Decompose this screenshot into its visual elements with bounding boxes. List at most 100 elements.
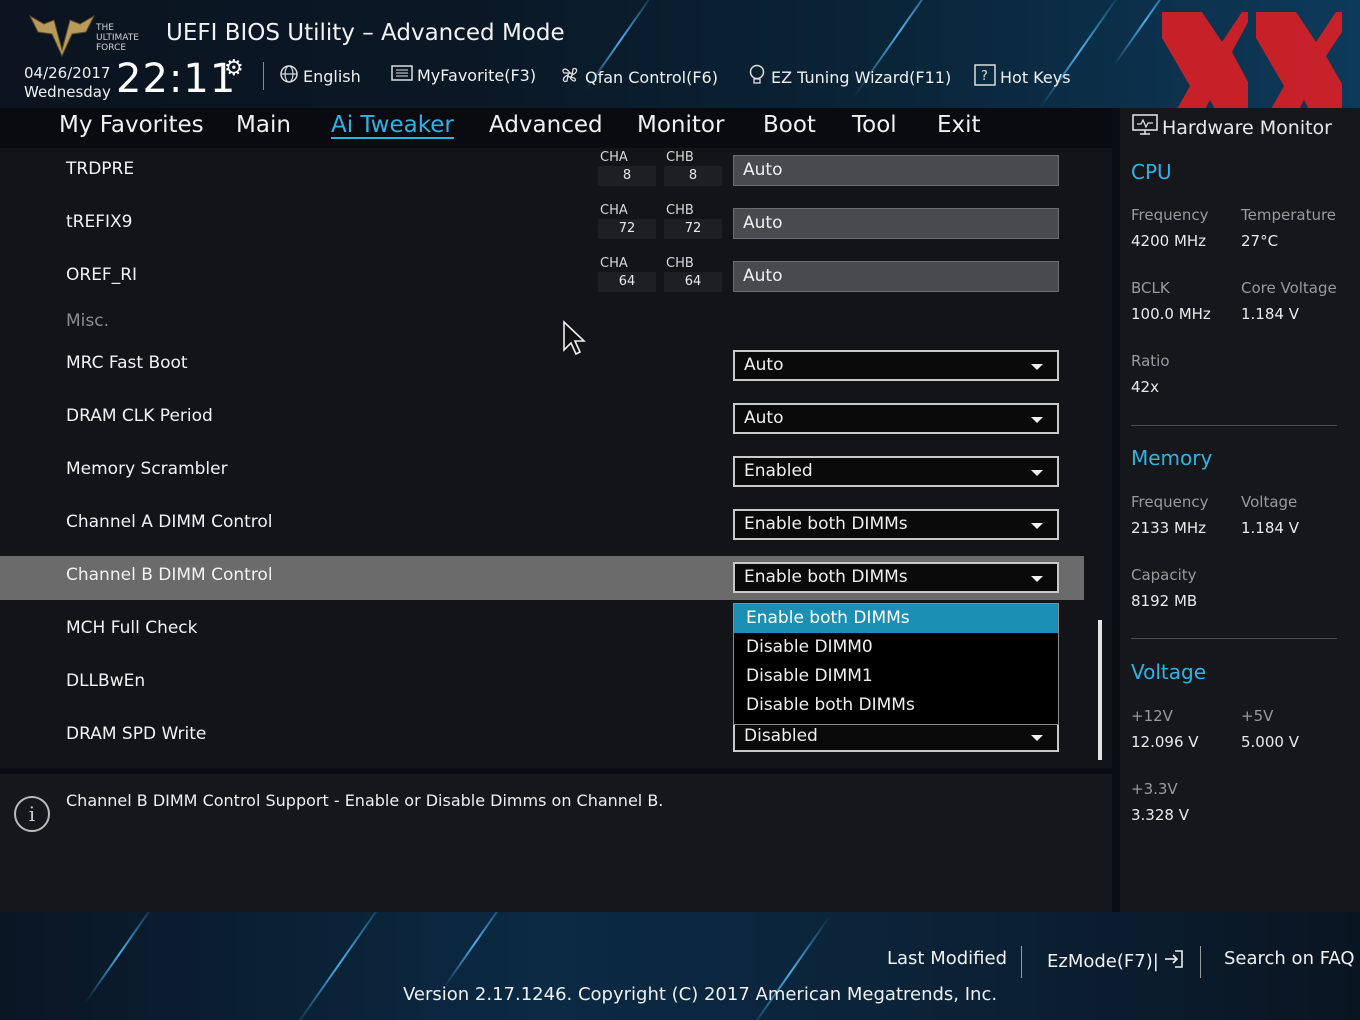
info-icon: i [14,796,50,832]
tab-my-favorites[interactable]: My Favorites [59,112,204,138]
version-text: Version 2.17.1246. Copyright (C) 2017 Am… [403,984,998,1005]
header-divider [263,62,264,90]
cpu-frequency-label: Frequency [1131,206,1209,224]
tab-ai-tweaker[interactable]: Ai Tweaker [331,112,454,138]
qfan-button[interactable]: Qfan Control(F6) [559,64,718,91]
setting-label: MCH Full Check [66,618,198,638]
chevron-down-icon [1031,417,1043,423]
exit-arrow-icon [1163,948,1185,975]
hardware-monitor-title: Hardware Monitor [1132,114,1332,141]
svg-text:?: ? [981,69,988,84]
dropdown-option[interactable]: Disable DIMM1 [734,662,1058,691]
date-display: 04/26/2017 Wednesday [24,64,111,102]
window-title: UEFI BIOS Utility – Advanced Mode [166,20,565,46]
channel-a-dimm-select[interactable]: Enable both DIMMs [733,509,1059,540]
tab-boot[interactable]: Boot [763,112,816,138]
weekday: Wednesday [24,83,111,101]
cpu-temperature-label: Temperature [1241,206,1337,224]
tab-monitor[interactable]: Monitor [637,112,724,138]
tab-advanced[interactable]: Advanced [489,112,603,138]
memory-frequency-value: 2133 MHz [1131,519,1207,537]
setting-row-trdpre[interactable]: TRDPRE CHA 8 CHB 8 Auto [0,148,1084,192]
setting-label: OREF_RI [66,265,138,285]
bclk-label: BCLK [1131,279,1170,297]
clock: 22:11 [116,56,237,102]
cpu-temperature-value: 27°C [1241,232,1279,250]
setting-label: DLLBwEn [66,671,146,691]
mrc-fast-boot-select[interactable]: Auto [733,350,1059,381]
oref-ri-input[interactable]: Auto [733,261,1059,292]
svg-text:ULTIMATE: ULTIMATE [96,33,139,43]
search-faq-button[interactable]: Search on FAQ [1224,948,1355,969]
core-voltage-value: 1.184 V [1241,305,1299,323]
v33-value: 3.328 V [1131,806,1189,824]
setting-row-mrc-fast-boot[interactable]: MRC Fast Boot Auto [0,344,1084,388]
tab-tool[interactable]: Tool [852,112,897,138]
globe-icon [279,64,299,89]
trefix9-input[interactable]: Auto [733,208,1059,239]
bulb-icon [747,64,767,91]
language-button[interactable]: English [279,64,361,89]
setting-row-channel-a-dimm[interactable]: Channel A DIMM Control Enable both DIMMs [0,503,1084,547]
memory-heading: Memory [1131,446,1213,470]
setting-row-oref-ri[interactable]: OREF_RI CHA 64 CHB 64 Auto [0,254,1084,298]
setting-label: TRDPRE [66,159,135,179]
setting-row-trefix9[interactable]: tREFIX9 CHA 72 CHB 72 Auto [0,201,1084,245]
main-navigation: My Favorites Main Ai Tweaker Advanced Mo… [0,108,1112,148]
setting-row-channel-b-dimm[interactable]: Channel B DIMM Control Enable both DIMMs [0,556,1084,600]
fan-icon [559,64,581,91]
channel-b-value: CHB 72 [664,203,722,239]
v5-label: +5V [1241,707,1274,725]
language-label: English [303,67,361,86]
hot-keys-button[interactable]: ? Hot Keys [974,64,1071,91]
help-description-panel: i Channel B DIMM Control Support - Enabl… [0,774,1112,912]
chevron-down-icon [1031,523,1043,529]
trdpre-input[interactable]: Auto [733,155,1059,186]
memory-capacity-value: 8192 MB [1131,592,1198,610]
settings-scrollbar[interactable] [1098,620,1102,760]
hot-keys-label: Hot Keys [1000,68,1071,87]
v5-value: 5.000 V [1241,733,1299,751]
mouse-cursor-icon [563,320,587,356]
channel-a-value: CHA 64 [598,256,656,292]
tuf-logo: THE ULTIMATE FORCE [26,10,146,58]
qfan-label: Qfan Control(F6) [585,68,718,87]
help-description-text: Channel B DIMM Control Support - Enable … [66,791,664,810]
setting-label: tREFIX9 [66,212,133,232]
myfavorite-label: MyFavorite(F3) [417,66,537,85]
channel-b-value: CHB 8 [664,150,722,186]
channel-b-dimm-select[interactable]: Enable both DIMMs [733,562,1059,593]
channel-b-dimm-dropdown: Enable both DIMMs Disable DIMM0 Disable … [733,603,1059,725]
memory-frequency-label: Frequency [1131,493,1209,511]
setting-row-dram-clk-period[interactable]: DRAM CLK Period Auto [0,397,1084,441]
last-modified-button[interactable]: Last Modified [887,948,1007,969]
setting-label: Channel B DIMM Control [66,565,273,585]
ratio-label: Ratio [1131,352,1170,370]
favorites-icon [391,64,413,87]
dropdown-option[interactable]: Disable DIMM0 [734,633,1058,662]
setting-label: Channel A DIMM Control [66,512,273,532]
channel-a-value: CHA 8 [598,150,656,186]
memory-voltage-label: Voltage [1241,493,1298,511]
dropdown-option[interactable]: Enable both DIMMs [734,604,1058,633]
gear-icon[interactable]: ⚙ [224,56,244,81]
memory-voltage-value: 1.184 V [1241,519,1299,537]
help-icon: ? [974,64,996,91]
setting-row-memory-scrambler[interactable]: Memory Scrambler Enabled [0,450,1084,494]
ez-tuning-wizard-button[interactable]: EZ Tuning Wizard(F11) [747,64,951,91]
dram-spd-write-select[interactable]: Disabled [733,721,1059,752]
setting-label: Memory Scrambler [66,459,228,479]
memory-scrambler-select[interactable]: Enabled [733,456,1059,487]
memory-capacity-label: Capacity [1131,566,1197,584]
tab-exit[interactable]: Exit [937,112,981,138]
core-voltage-label: Core Voltage [1241,279,1337,297]
ezmode-button[interactable]: EzMode(F7)| [1047,948,1185,975]
hardware-monitor-panel: Hardware Monitor CPU Frequency Temperatu… [1120,108,1360,912]
ratio-value: 42x [1131,378,1159,396]
tab-main[interactable]: Main [236,112,291,138]
v12-value: 12.096 V [1131,733,1199,751]
v33-label: +3.3V [1131,780,1178,798]
dropdown-option[interactable]: Disable both DIMMs [734,691,1058,720]
myfavorite-button[interactable]: MyFavorite(F3) [391,64,536,87]
dram-clk-period-select[interactable]: Auto [733,403,1059,434]
